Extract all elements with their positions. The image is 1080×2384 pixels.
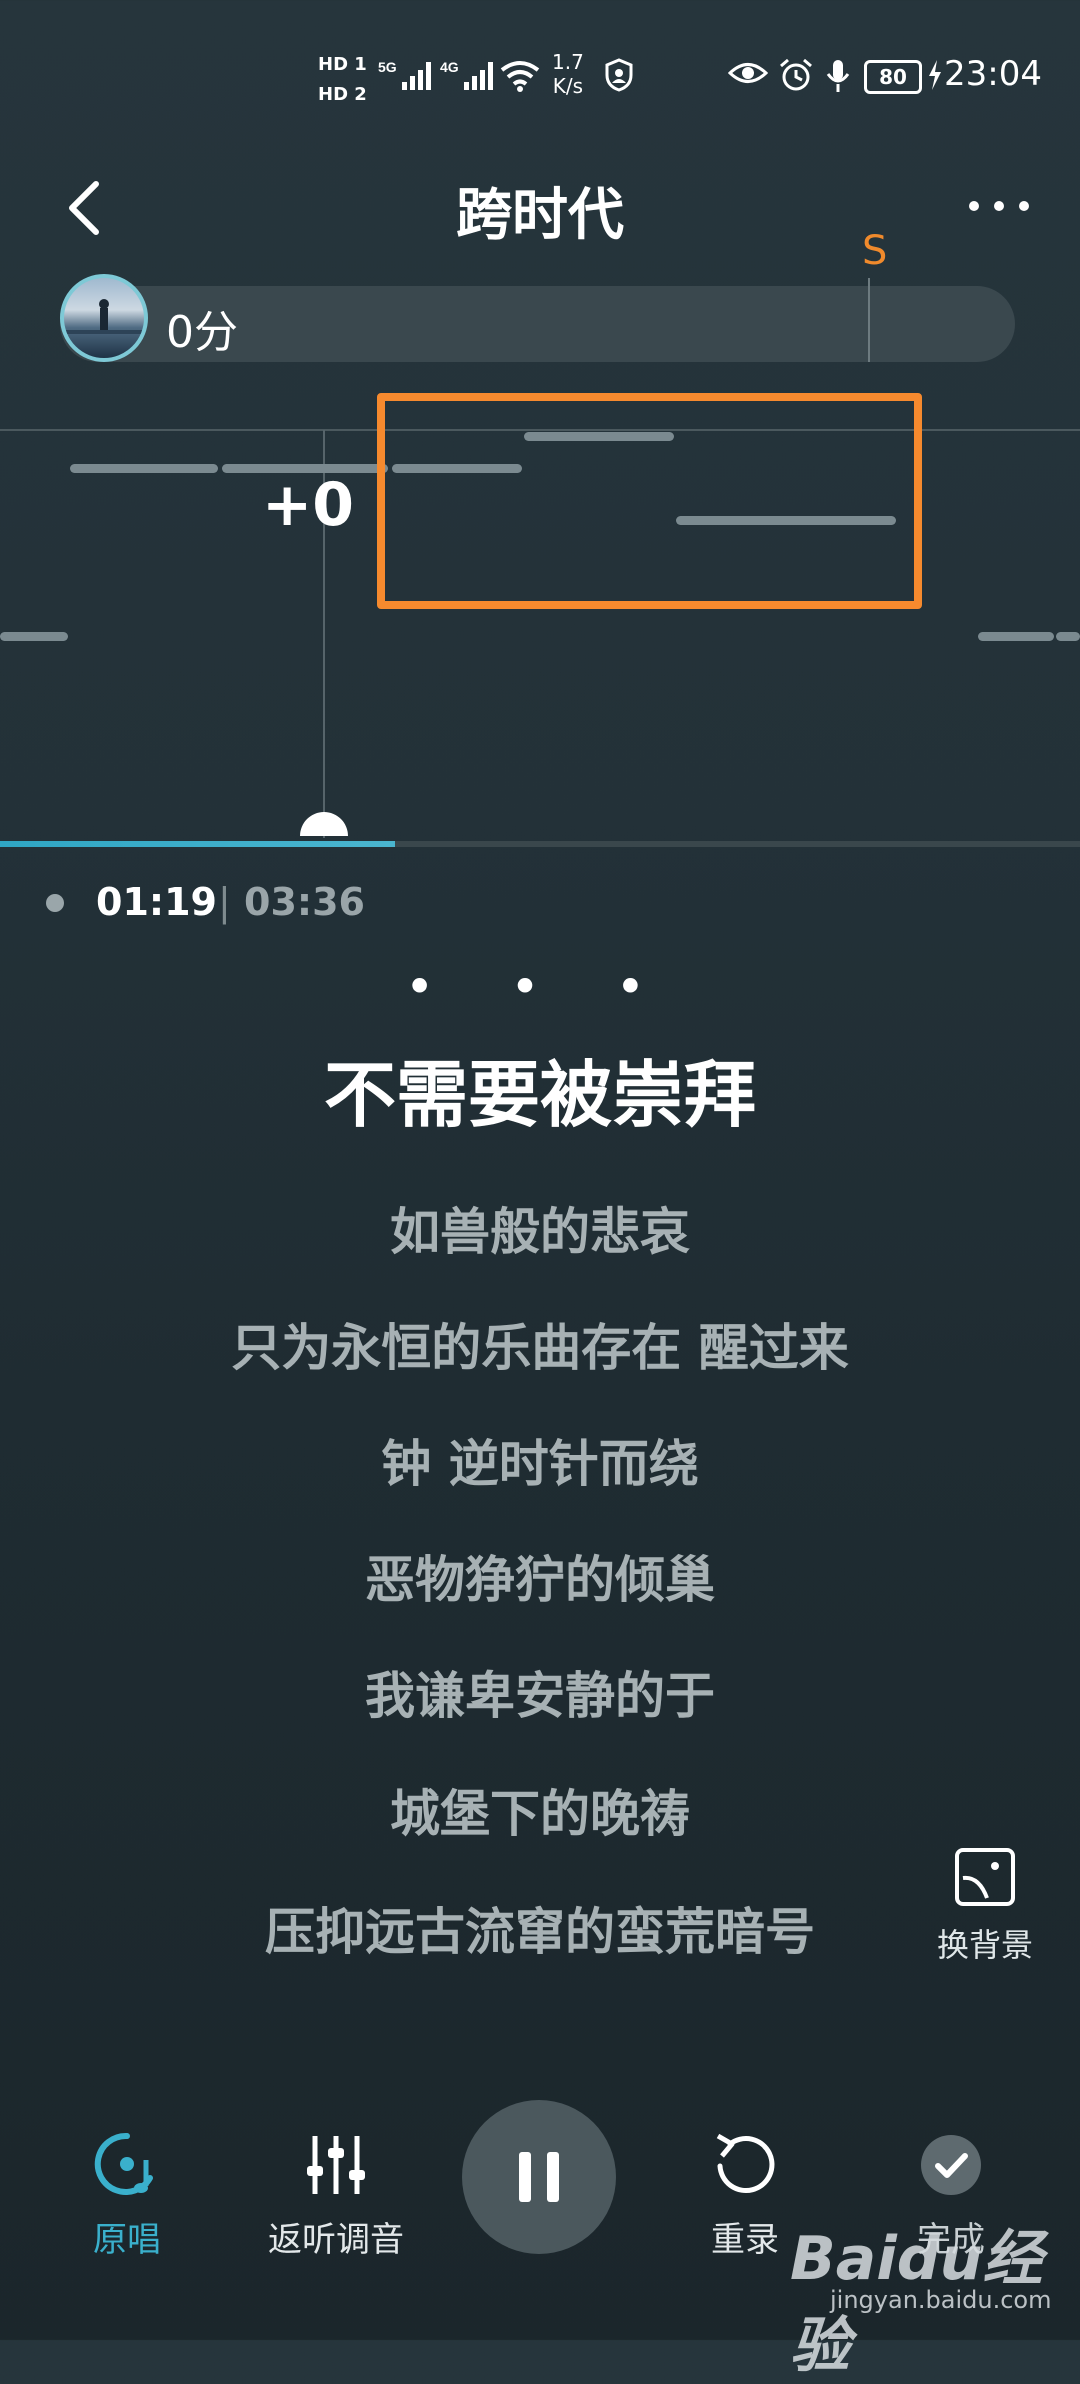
record-indicator bbox=[46, 894, 64, 912]
check-circle-icon bbox=[921, 2135, 981, 2195]
pause-button[interactable] bbox=[462, 2100, 616, 2254]
s-grade-marker: S bbox=[862, 228, 888, 274]
svg-text:5G: 5G bbox=[378, 59, 397, 75]
pitch-segment bbox=[0, 632, 68, 641]
song-title: 跨时代 bbox=[456, 183, 624, 248]
image-frame-icon bbox=[955, 1848, 1015, 1906]
rerecord-icon bbox=[716, 2133, 775, 2193]
lyric-line: 我谦卑安静的于 bbox=[365, 1667, 715, 1725]
wifi-icon bbox=[500, 61, 540, 92]
hd1-label: HD 1 bbox=[318, 54, 367, 75]
pitch-delta: +0 bbox=[262, 470, 355, 540]
original-vocal-icon bbox=[94, 2132, 153, 2195]
equalizer-icon bbox=[307, 2136, 365, 2194]
lyric-line: 恶物狰狞的倾巢 bbox=[365, 1551, 715, 1609]
current-lyric: 不需要被崇拜 bbox=[323, 1053, 756, 1137]
vpn-shield-icon bbox=[605, 58, 633, 92]
playback-progress-fill bbox=[0, 841, 395, 847]
s-grade-line bbox=[868, 278, 870, 362]
clock: 23:04 bbox=[944, 54, 1042, 94]
pitch-segment bbox=[978, 632, 1054, 641]
net-speed: 1.7 K/s bbox=[552, 50, 584, 98]
pause-icon bbox=[547, 2152, 559, 2202]
lyric-countdown-dots: • • • bbox=[404, 958, 676, 1016]
hd-indicator: HD 1 HD 2 bbox=[318, 50, 367, 110]
battery-icon: 80 bbox=[864, 60, 922, 94]
lyric-line: 钟 逆时针而绕 bbox=[381, 1435, 699, 1493]
status-bar: HD 1 HD 2 5G 4G 1.7 K/s 80 23:04 bbox=[0, 40, 1080, 120]
lyric-line: 如兽般的悲哀 bbox=[390, 1203, 690, 1261]
change-background-label: 换背景 bbox=[936, 1926, 1033, 1964]
avatar-figure-icon bbox=[64, 299, 144, 334]
hd2-label: HD 2 bbox=[318, 84, 367, 105]
current-time: 01:19 bbox=[96, 880, 217, 924]
playback-tune-label: 返听调音 bbox=[268, 2220, 404, 2260]
more-options-icon[interactable] bbox=[964, 186, 1034, 226]
svg-text:4G: 4G bbox=[440, 59, 459, 75]
original-vocal-button[interactable]: 原唱 bbox=[62, 2130, 192, 2270]
pause-icon bbox=[519, 2152, 531, 2202]
original-vocal-label: 原唱 bbox=[93, 2220, 161, 2260]
net-speed-value: 1.7 bbox=[552, 50, 584, 74]
score-value: 0分 bbox=[166, 307, 238, 358]
mic-icon bbox=[826, 60, 850, 92]
charging-icon bbox=[929, 60, 941, 90]
net-speed-unit: K/s bbox=[552, 74, 584, 98]
lyric-line: 城堡下的晚祷 bbox=[390, 1785, 690, 1843]
change-background-button[interactable]: 换背景 bbox=[922, 1848, 1048, 1966]
pitch-segment bbox=[1056, 632, 1080, 641]
avatar[interactable] bbox=[60, 274, 148, 362]
pitch-segment bbox=[70, 464, 218, 473]
signal-5g-icon: 5G bbox=[378, 59, 431, 90]
eye-icon bbox=[728, 63, 768, 83]
baidu-watermark-url: jingyan.baidu.com bbox=[830, 2286, 1052, 2314]
playback-tune-button[interactable]: 返听调音 bbox=[256, 2130, 416, 2270]
lyric-line: 压抑远古流窜的蛮荒暗号 bbox=[265, 1903, 815, 1961]
total-time: 03:36 bbox=[244, 880, 365, 924]
alarm-icon bbox=[780, 58, 812, 91]
lyric-line: 只为永恒的乐曲存在 醒过来 bbox=[231, 1319, 849, 1377]
highlight-box bbox=[377, 393, 922, 609]
battery-level: 80 bbox=[879, 65, 907, 89]
time-separator: | bbox=[218, 880, 231, 924]
